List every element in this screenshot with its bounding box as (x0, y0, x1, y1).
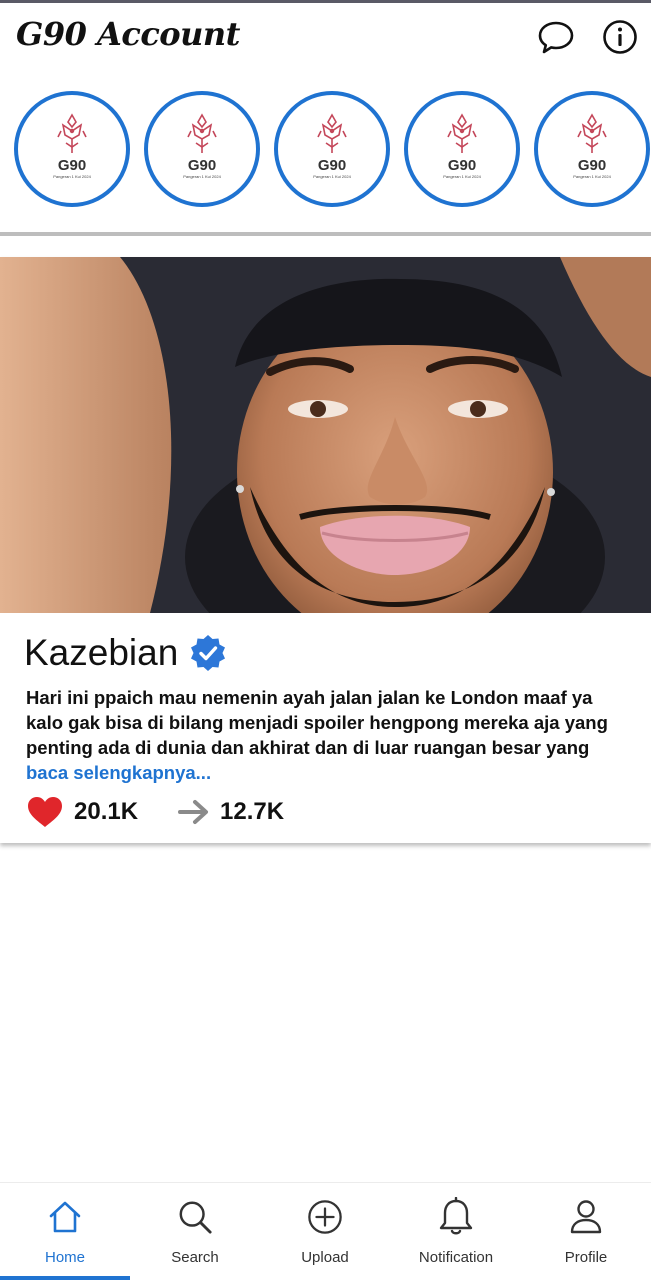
app-title: G90 Account (16, 15, 240, 53)
search-icon (177, 1197, 213, 1237)
nav-label-notification: Notification (418, 1249, 494, 1266)
info-icon[interactable] (602, 19, 638, 55)
g90-emblem-icon (447, 113, 477, 153)
home-icon (47, 1197, 83, 1237)
story-brand: G90 (57, 157, 87, 174)
nav-item-upload[interactable]: Upload (260, 1183, 390, 1280)
app-header: G90 Account (0, 3, 651, 71)
stories-row: G90 Pangeran 1 Kui 2024 G90 Pangeran 1 K… (0, 88, 651, 210)
share-arrow-icon[interactable] (178, 799, 210, 825)
bell-icon (438, 1197, 474, 1237)
author-name[interactable]: Kazebian (24, 632, 178, 674)
nav-label-home: Home (44, 1249, 85, 1266)
story-item[interactable]: G90 Pangeran 1 Kui 2024 (144, 91, 260, 207)
nav-item-notification[interactable]: Notification (391, 1183, 521, 1280)
story-brand: G90 (447, 157, 477, 174)
plus-circle-icon (307, 1197, 343, 1237)
story-subtitle: Pangeran 1 Kui 2024 (53, 174, 91, 179)
verified-badge-icon (191, 635, 226, 671)
story-subtitle: Pangeran 1 Kui 2024 (573, 174, 611, 179)
story-brand: G90 (577, 157, 607, 174)
author-row: Kazebian (24, 631, 228, 675)
share-count: 12.7K (220, 798, 285, 825)
caption-text: Hari ini ppaich mau nemenin ayah jalan j… (26, 687, 608, 758)
chat-bubble-icon[interactable] (538, 19, 574, 55)
g90-emblem-icon (187, 113, 217, 153)
nav-item-search[interactable]: Search (130, 1183, 260, 1280)
story-item[interactable]: G90 Pangeran 1 Kui 2024 (534, 91, 650, 207)
story-item[interactable]: G90 Pangeran 1 Kui 2024 (404, 91, 520, 207)
post-caption: Hari ini ppaich mau nemenin ayah jalan j… (26, 685, 626, 785)
read-more-link[interactable]: baca selengkapnya... (26, 762, 211, 783)
user-icon (568, 1197, 604, 1237)
story-brand: G90 (317, 157, 347, 174)
section-divider (0, 232, 651, 236)
nav-label-profile: Profile (564, 1249, 608, 1266)
g90-emblem-icon (577, 113, 607, 153)
nav-label-search: Search (171, 1249, 219, 1266)
g90-emblem-icon (317, 113, 347, 153)
story-item[interactable]: G90 Pangeran 1 Kui 2024 (274, 91, 390, 207)
story-item[interactable]: G90 Pangeran 1 Kui 2024 (14, 91, 130, 207)
nav-item-profile[interactable]: Profile (521, 1183, 651, 1280)
post-card: Kazebian Hari ini ppaich mau nemenin aya… (0, 257, 651, 843)
active-tab-indicator (0, 1276, 130, 1280)
nav-item-home[interactable]: Home (0, 1183, 130, 1280)
post-photo[interactable] (0, 257, 651, 613)
g90-emblem-icon (57, 113, 87, 153)
story-subtitle: Pangeran 1 Kui 2024 (183, 174, 221, 179)
story-subtitle: Pangeran 1 Kui 2024 (313, 174, 351, 179)
like-count: 20.1K (74, 798, 139, 825)
nav-label-upload: Upload (301, 1249, 349, 1266)
story-subtitle: Pangeran 1 Kui 2024 (443, 174, 481, 179)
heart-icon[interactable] (26, 795, 64, 829)
post-stats: 20.1K 12.7K (26, 793, 284, 831)
bottom-navigation: Home Search Upload Notification Profile (0, 1182, 651, 1280)
story-brand: G90 (187, 157, 217, 174)
